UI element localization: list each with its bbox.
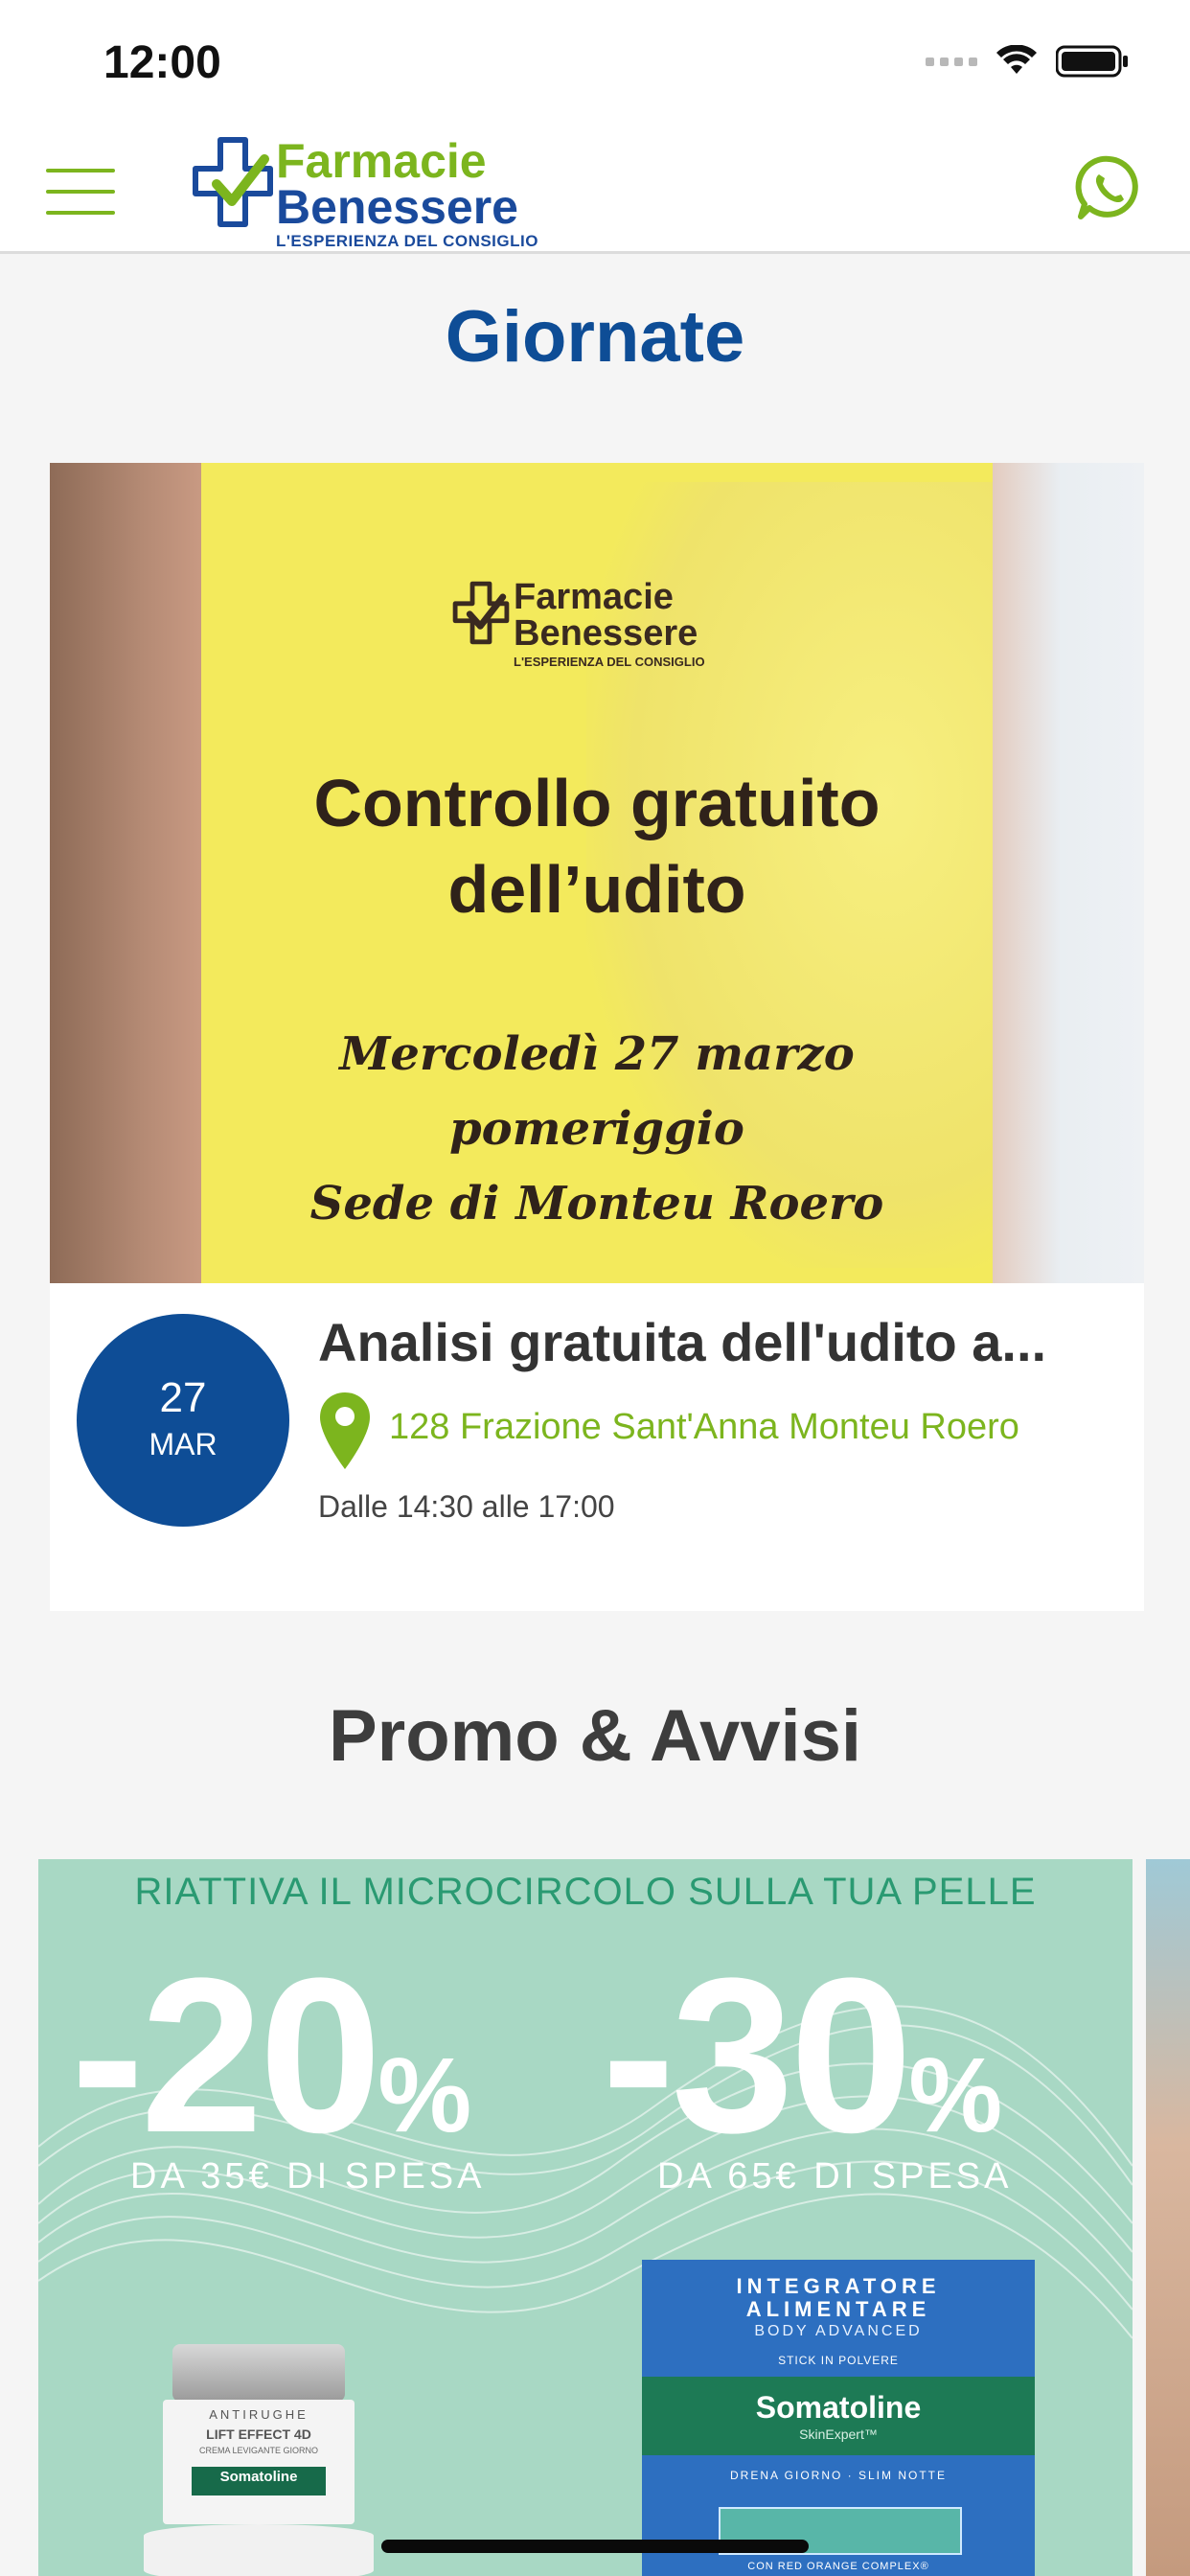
event-image-headline: Controllo gratuito dell’udito [313, 766, 881, 927]
status-bar: 12:00 [0, 0, 1190, 123]
event-image-subtitle: Mercoledì 27 marzo pomeriggio Sede di Mo… [309, 1027, 884, 1230]
cross-check-logo-icon [193, 137, 273, 227]
promo-card[interactable]: RIATTIVA IL MICROCIRCOLO SULLA TUA PELLE… [38, 1859, 1133, 2576]
event-image-logo: Farmacie Benessere L'ESPERIENZA DEL CONS… [452, 576, 759, 669]
logo-tagline: L'ESPERIENZA DEL CONSIGLIO [276, 232, 538, 250]
signal-icon [926, 57, 977, 66]
product-supplement-box: INTEGRATORE ALIMENTARE BODY ADVANCED STI… [642, 2260, 1035, 2576]
menu-button[interactable] [46, 169, 115, 215]
promo-banner-text: RIATTIVA IL MICROCIRCOLO SULLA TUA PELLE [134, 1871, 1037, 1913]
event-card[interactable]: Farmacie Benessere L'ESPERIENZA DEL CONS… [50, 463, 1144, 1611]
whatsapp-button[interactable] [1075, 153, 1144, 222]
promo-section-title: Promo & Avvisi [328, 1695, 862, 1777]
promo-offer2-condition: DA 65€ DI SPESA [657, 2156, 1013, 2196]
logo-line1: Farmacie [276, 134, 487, 188]
event-date-day: 27 [159, 1374, 207, 1421]
event-time: Dalle 14:30 alle 17:00 [318, 1489, 615, 1524]
whatsapp-icon [1075, 155, 1138, 219]
app-header: Farmacie Benessere L'ESPERIENZA DEL CONS… [0, 123, 1190, 254]
logo-line2: Benessere [276, 180, 518, 234]
cross-check-logo-icon [452, 581, 510, 645]
events-section-title: Giornate [445, 296, 745, 378]
location-pin-icon [320, 1392, 370, 1469]
event-title: Analisi gratuita dell'udito a... [318, 1312, 1047, 1372]
brand-logo[interactable]: Farmacie Benessere L'ESPERIENZA DEL CONS… [192, 130, 594, 250]
battery-icon [1056, 45, 1128, 78]
product-cream-jar: ANTIRUGHE LIFT EFFECT 4D CREMA LEVIGANTE… [144, 2344, 374, 2576]
status-icons [926, 44, 1129, 79]
promo-card-next[interactable] [1146, 1859, 1190, 2576]
event-date-badge: 27 MAR [77, 1314, 289, 1527]
event-address[interactable]: 128 Frazione Sant'Anna Monteu Roero [389, 1406, 1019, 1448]
event-date-month: MAR [149, 1427, 217, 1461]
status-time: 12:00 [103, 37, 221, 88]
promo-offer1-condition: DA 35€ DI SPESA [130, 2156, 486, 2196]
event-image: Farmacie Benessere L'ESPERIENZA DEL CONS… [50, 463, 1144, 1283]
wifi-icon [996, 45, 1037, 74]
home-indicator[interactable] [381, 2540, 809, 2553]
